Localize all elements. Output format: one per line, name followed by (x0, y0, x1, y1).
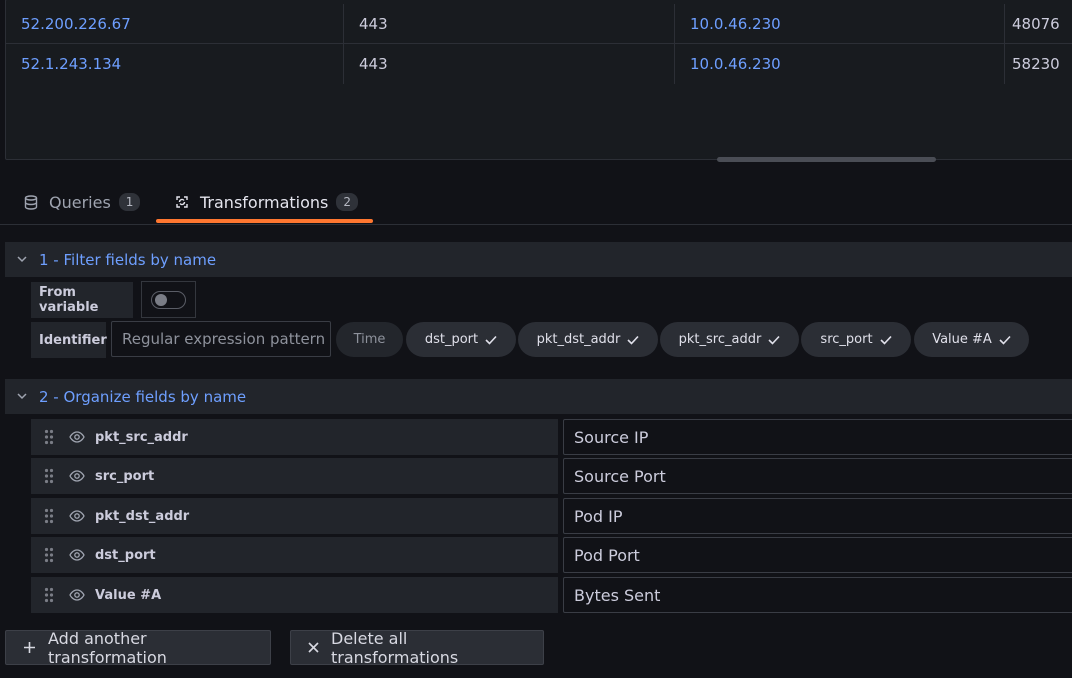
transform-2-header[interactable]: 2 - Organize fields by name (5, 379, 1072, 414)
regex-pattern-input[interactable] (111, 321, 331, 357)
eye-icon[interactable] (67, 589, 87, 601)
eye-icon[interactable] (67, 470, 87, 482)
organize-field: Value #A (31, 577, 558, 613)
field-pill-label: dst_port (424, 332, 479, 347)
drag-handle-icon[interactable] (31, 429, 67, 445)
field-pill-dst-port[interactable]: dst_port (406, 322, 516, 357)
organize-field-name: pkt_src_addr (95, 429, 188, 445)
organize-row: src_port (31, 458, 1072, 494)
tab-transformations-label: Transformations (200, 192, 329, 212)
rename-input[interactable] (563, 577, 1072, 613)
cell-dst-port: 58230 (1012, 55, 1060, 73)
from-variable-toggle[interactable] (151, 290, 186, 309)
database-icon (23, 194, 39, 210)
from-variable-label: From variable (31, 282, 133, 318)
check-icon (627, 335, 639, 345)
drag-handle-icon[interactable] (31, 508, 67, 524)
eye-icon[interactable] (67, 431, 87, 443)
cell-src-port: 443 (344, 4, 675, 44)
tab-queries-count: 1 (118, 193, 141, 211)
organize-row: Value #A (31, 577, 1072, 613)
field-pill-label: Value #A (932, 332, 992, 347)
cell-dst-ip-link[interactable]: 10.0.46.230 (675, 44, 1005, 84)
close-icon (308, 642, 319, 653)
organize-field-name: dst_port (95, 547, 156, 563)
cell-dst-port: 48076 (1012, 15, 1060, 33)
field-pill-label: pkt_src_addr (678, 332, 762, 347)
drag-handle-icon[interactable] (31, 587, 67, 603)
field-pill-time[interactable]: Time (336, 322, 403, 357)
drag-handle-icon[interactable] (31, 468, 67, 484)
rename-input[interactable] (563, 419, 1072, 455)
tab-queries[interactable]: Queries 1 (23, 180, 141, 224)
organize-field: pkt_dst_addr (31, 498, 558, 534)
delete-all-transformations-button[interactable]: Delete all transformations (290, 628, 544, 667)
table-row: 52.200.226.67 443 10.0.46.230 48076 (6, 4, 1072, 44)
cell-dst-ip-link[interactable]: 10.0.46.230 (675, 4, 1005, 44)
field-pill-src-port[interactable]: src_port (801, 322, 911, 357)
check-icon (768, 335, 780, 345)
tab-transformations-count: 2 (336, 193, 359, 211)
delete-all-transformations-label: Delete all transformations (331, 628, 459, 667)
field-pill-label: src_port (820, 332, 873, 347)
organize-field-name: Value #A (95, 587, 162, 603)
organize-row: pkt_src_addr (31, 419, 1072, 455)
from-variable-toggle-box (141, 281, 196, 318)
eye-icon[interactable] (67, 549, 87, 561)
tab-queries-label: Queries (49, 192, 111, 212)
drag-handle-icon[interactable] (31, 547, 67, 563)
transform-1-title: 1 - Filter fields by name (39, 250, 217, 269)
field-pill-value-a[interactable]: Value #A (914, 322, 1029, 357)
cell-src-port: 443 (344, 44, 675, 84)
table-panel: 52.200.226.67 443 10.0.46.230 48076 52.1… (5, 0, 1072, 160)
transform-2-title: 2 - Organize fields by name (39, 387, 247, 406)
transform-1-header[interactable]: 1 - Filter fields by name (5, 242, 1072, 277)
active-tab-indicator (156, 219, 373, 223)
plus-icon (23, 641, 36, 654)
field-pill-pkt-src-addr[interactable]: pkt_src_addr (660, 322, 799, 357)
organize-field-name: pkt_dst_addr (95, 508, 190, 524)
chevron-down-icon[interactable] (5, 393, 39, 400)
rename-input[interactable] (563, 498, 1072, 534)
check-icon (485, 335, 497, 345)
organize-row: dst_port (31, 537, 1072, 573)
table-row: 52.1.243.134 443 10.0.46.230 58230 (6, 44, 1072, 84)
field-pill-label: pkt_dst_addr (536, 332, 621, 347)
cell-src-ip-link[interactable]: 52.1.243.134 (6, 44, 344, 84)
cell-src-ip-link[interactable]: 52.200.226.67 (6, 4, 344, 44)
check-icon (999, 335, 1011, 345)
transform-icon (174, 194, 190, 210)
chevron-down-icon[interactable] (5, 256, 39, 263)
check-icon (879, 335, 892, 345)
field-pill-pkt-dst-addr[interactable]: pkt_dst_addr (518, 322, 658, 357)
organize-field-name: src_port (95, 468, 155, 484)
organize-field: pkt_src_addr (31, 419, 558, 455)
horizontal-scrollbar[interactable] (717, 157, 936, 162)
field-pill-label: Time (353, 332, 386, 347)
organize-field: src_port (31, 458, 558, 494)
rename-input[interactable] (563, 458, 1072, 494)
eye-icon[interactable] (67, 510, 87, 522)
add-transformation-label: Add another transformation (48, 628, 167, 667)
identifier-label: Identifier (31, 322, 107, 358)
organize-field: dst_port (31, 537, 558, 573)
tab-transformations[interactable]: Transformations 2 (174, 180, 359, 224)
organize-row: pkt_dst_addr (31, 498, 1072, 534)
add-transformation-button[interactable]: Add another transformation (5, 628, 271, 667)
rename-input[interactable] (563, 537, 1072, 573)
